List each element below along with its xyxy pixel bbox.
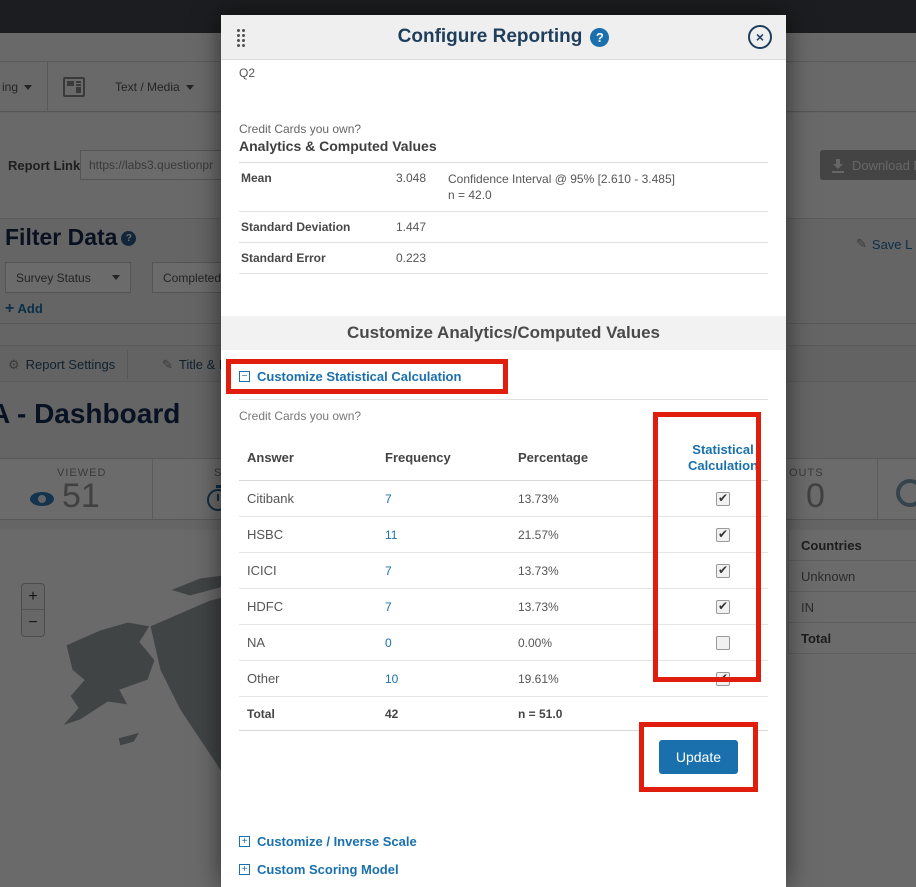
question-text: Credit Cards you own? bbox=[239, 122, 768, 136]
frequency-link[interactable]: 7 bbox=[385, 564, 518, 578]
expand-icon: + bbox=[239, 836, 250, 847]
help-icon[interactable]: ? bbox=[121, 231, 136, 246]
tab-report-settings[interactable]: ⚙ Report Settings bbox=[8, 346, 115, 383]
frequency-link[interactable]: 10 bbox=[385, 672, 518, 686]
text-media-label: Text / Media bbox=[115, 80, 180, 94]
total-frequency: 42 bbox=[385, 707, 518, 721]
tab-title-layout[interactable]: ✎ Title & L bbox=[162, 346, 226, 383]
stat-label: Standard Error bbox=[241, 251, 396, 265]
stat-separator bbox=[152, 459, 153, 519]
answer-cell: NA bbox=[247, 635, 385, 650]
divider bbox=[239, 399, 768, 400]
frequency-link[interactable]: 7 bbox=[385, 600, 518, 614]
question-code: Q2 bbox=[239, 60, 768, 80]
frequency-link[interactable]: 0 bbox=[385, 636, 518, 650]
viewed-value: 51 bbox=[62, 477, 100, 516]
toolbar-item-clipped[interactable]: ing bbox=[2, 62, 32, 112]
newspaper-icon bbox=[63, 77, 85, 97]
dropouts-value: 0 bbox=[806, 477, 825, 516]
stat-separator bbox=[877, 459, 878, 519]
answer-cell: Other bbox=[247, 671, 385, 686]
countries-table: Countries Unknown IN Total bbox=[788, 530, 916, 654]
customize-statistical-calculation-link[interactable]: − Customize Statistical Calculation bbox=[239, 369, 461, 384]
annotation-redbox-update: Update bbox=[639, 722, 758, 792]
map-zoom-in-button[interactable]: + bbox=[22, 584, 44, 610]
screen: ing Text / Media Report Link https://lab… bbox=[0, 0, 916, 887]
download-data-button[interactable]: Download Da bbox=[820, 150, 916, 180]
tab-separator bbox=[127, 350, 128, 379]
custom-scoring-model-link[interactable]: + Custom Scoring Model bbox=[239, 862, 768, 877]
analytics-row-stddev: Standard Deviation 1.447 bbox=[239, 212, 768, 243]
map-zoom-out-button[interactable]: − bbox=[22, 610, 44, 636]
modal-title: Configure Reporting bbox=[398, 26, 583, 48]
ring-chart-icon bbox=[896, 479, 916, 507]
update-row: Update bbox=[239, 722, 768, 792]
gears-icon: ⚙ bbox=[8, 357, 20, 373]
col-frequency: Frequency bbox=[385, 450, 518, 465]
annotation-redbox-statcalc-link: − Customize Statistical Calculation bbox=[226, 359, 508, 394]
col-answer: Answer bbox=[247, 450, 385, 465]
table-row: IN bbox=[789, 592, 916, 623]
frequency-link[interactable]: 11 bbox=[385, 528, 518, 542]
stat-value: 0.223 bbox=[396, 251, 448, 265]
filter-data-title: Filter Data? bbox=[5, 224, 136, 251]
answer-cell: ICICI bbox=[247, 563, 385, 578]
download-label: Download Da bbox=[852, 158, 916, 173]
map-zoom-controls: + − bbox=[21, 583, 45, 637]
stat-value: 3.048 bbox=[396, 171, 448, 203]
save-layout-link[interactable]: ✎ Save L bbox=[856, 236, 912, 252]
add-filter-button[interactable]: + Add bbox=[5, 300, 43, 318]
analytics-row-mean: Mean 3.048 Confidence Interval @ 95% [2.… bbox=[239, 163, 768, 212]
update-button[interactable]: Update bbox=[659, 740, 738, 774]
collapse-icon: − bbox=[239, 371, 250, 382]
customize-section-heading: Customize Analytics/Computed Values bbox=[221, 316, 786, 350]
caret-down-icon bbox=[186, 85, 194, 90]
eye-icon bbox=[30, 492, 54, 506]
countries-header: Countries bbox=[789, 530, 916, 561]
total-n: n = 51.0 bbox=[518, 707, 678, 721]
caret-down-icon bbox=[24, 85, 32, 90]
answer-cell: HSBC bbox=[247, 527, 385, 542]
countries-total-row: Total bbox=[789, 623, 916, 654]
stat-label: Standard Deviation bbox=[241, 220, 396, 234]
answer-cell: HDFC bbox=[247, 599, 385, 614]
toolbar-separator bbox=[47, 62, 48, 112]
report-link-label: Report Link bbox=[8, 158, 80, 173]
plus-icon: + bbox=[5, 300, 14, 317]
pencil-icon: ✎ bbox=[162, 357, 173, 373]
survey-status-dropdown[interactable]: Survey Status bbox=[5, 262, 131, 293]
stat-value: 1.447 bbox=[396, 220, 448, 234]
caret-down-icon bbox=[112, 275, 120, 280]
pencil-icon: ✎ bbox=[856, 236, 867, 252]
download-icon bbox=[832, 159, 844, 171]
stat-note: Confidence Interval @ 95% [2.610 - 3.485… bbox=[448, 171, 768, 203]
expand-icon: + bbox=[239, 864, 250, 875]
analytics-heading: Analytics & Computed Values bbox=[239, 138, 768, 154]
toolbar-item-label: ing bbox=[2, 80, 18, 94]
dashboard-title: A - Dashboard bbox=[0, 398, 180, 430]
expandable-sections: + Customize / Inverse Scale + Custom Sco… bbox=[239, 834, 768, 887]
total-label: Total bbox=[247, 707, 385, 721]
completed-value: Completed bbox=[163, 271, 221, 285]
analytics-row-stderr: Standard Error 0.223 bbox=[239, 243, 768, 274]
annotation-redbox-statcalc-column bbox=[653, 412, 761, 682]
save-label: Save L bbox=[872, 237, 912, 252]
frequency-link[interactable]: 7 bbox=[385, 492, 518, 506]
answer-cell: Citibank bbox=[247, 491, 385, 506]
help-icon[interactable]: ? bbox=[590, 28, 609, 47]
toolbar-item-text-media[interactable]: Text / Media bbox=[115, 62, 194, 112]
text-media-icon-wrap bbox=[63, 62, 85, 112]
configure-reporting-modal: Configure Reporting ? × Q2 Credit Cards … bbox=[221, 15, 786, 887]
customize-inverse-scale-link[interactable]: + Customize / Inverse Scale bbox=[239, 834, 768, 849]
close-icon[interactable]: × bbox=[748, 25, 772, 49]
modal-header: Configure Reporting ? × bbox=[221, 15, 786, 60]
table-row: Unknown bbox=[789, 561, 916, 592]
drag-handle-icon[interactable] bbox=[236, 28, 246, 47]
survey-status-value: Survey Status bbox=[16, 271, 91, 285]
stat-label: Mean bbox=[241, 171, 396, 203]
